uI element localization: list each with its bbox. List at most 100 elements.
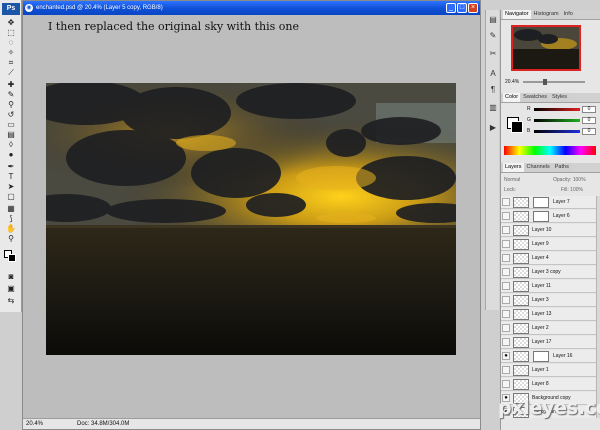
jump-to-imageready-icon[interactable]: ⇆ bbox=[3, 296, 19, 305]
zoom-slider-handle[interactable] bbox=[543, 79, 547, 85]
visibility-eye-icon[interactable] bbox=[502, 310, 510, 318]
navigator-preview[interactable] bbox=[511, 25, 581, 71]
background-color-swatch[interactable] bbox=[8, 254, 16, 262]
layer-row[interactable]: Layer 3 copy bbox=[501, 266, 597, 279]
blur-tool-icon[interactable]: ◊ bbox=[3, 140, 19, 149]
magic-wand-tool-icon[interactable]: ✧ bbox=[3, 48, 19, 57]
layer-thumbnail bbox=[513, 337, 529, 348]
pen-tool-icon[interactable]: ✒ bbox=[3, 162, 19, 171]
move-tool-icon[interactable]: ✥ bbox=[3, 18, 19, 27]
quick-mask-icon[interactable]: ◙ bbox=[3, 272, 19, 281]
marquee-tool-icon[interactable]: ⬚ bbox=[3, 28, 19, 37]
eyedropper-tool-icon[interactable]: ⟆ bbox=[3, 214, 19, 223]
visibility-eye-icon[interactable] bbox=[502, 226, 510, 234]
hand-tool-icon[interactable]: ✋ bbox=[3, 224, 19, 233]
color-spectrum-bar[interactable] bbox=[504, 146, 596, 155]
zoom-level[interactable]: 20.4% bbox=[26, 419, 43, 429]
layer-name: Layer 17 bbox=[532, 339, 552, 345]
blue-value[interactable]: 0 bbox=[582, 128, 596, 135]
color-background-swatch[interactable] bbox=[511, 121, 523, 133]
tab-channels[interactable]: Channels bbox=[524, 163, 552, 172]
fill-field[interactable]: Fill: 100% bbox=[561, 187, 583, 193]
minimize-button[interactable]: _ bbox=[446, 3, 456, 13]
screen-mode-icon[interactable]: ▣ bbox=[3, 284, 19, 293]
clone-stamp-tool-icon[interactable]: ⚲ bbox=[3, 100, 19, 109]
layer-row[interactable]: Layer 2 bbox=[501, 322, 597, 335]
tab-paths[interactable]: Paths bbox=[552, 163, 571, 172]
visibility-eye-icon[interactable] bbox=[502, 268, 510, 276]
red-slider[interactable] bbox=[534, 108, 580, 111]
lasso-tool-icon[interactable]: ◌ bbox=[3, 38, 19, 47]
visibility-eye-icon[interactable] bbox=[502, 282, 510, 290]
paragraph-palette-icon[interactable]: ¶ bbox=[488, 84, 498, 96]
visibility-eye-icon[interactable] bbox=[502, 338, 510, 346]
visibility-eye-icon[interactable] bbox=[502, 324, 510, 332]
layer-row[interactable]: Layer 17 bbox=[501, 336, 597, 349]
visibility-eye-icon[interactable] bbox=[502, 198, 510, 206]
visibility-eye-icon[interactable] bbox=[502, 254, 510, 262]
brush-tool-icon[interactable]: ✎ bbox=[3, 90, 19, 99]
layer-mask-thumbnail[interactable] bbox=[533, 351, 549, 362]
notes-tool-icon[interactable]: ▦ bbox=[3, 204, 19, 213]
visibility-eye-icon[interactable] bbox=[502, 380, 510, 388]
green-value[interactable]: 0 bbox=[582, 117, 596, 124]
slice-tool-icon[interactable]: ⟋ bbox=[3, 68, 19, 77]
visibility-eye-icon[interactable]: ● bbox=[502, 352, 510, 360]
history-palette-icon[interactable]: ✂ bbox=[488, 48, 498, 60]
visibility-eye-icon[interactable] bbox=[502, 240, 510, 248]
layer-comps-icon[interactable]: ▥ bbox=[488, 102, 498, 114]
blend-mode-select[interactable]: Normal bbox=[504, 177, 520, 183]
layer-thumbnail bbox=[513, 351, 529, 362]
tab-navigator[interactable]: Navigator bbox=[503, 10, 531, 19]
navigator-zoom-slider[interactable] bbox=[523, 79, 585, 85]
path-selection-tool-icon[interactable]: ➤ bbox=[3, 182, 19, 191]
tab-histogram[interactable]: Histogram bbox=[531, 10, 561, 19]
layer-row[interactable]: Layer 9 bbox=[501, 238, 597, 251]
visibility-eye-icon[interactable] bbox=[502, 366, 510, 374]
tab-info[interactable]: Info bbox=[561, 10, 575, 19]
layer-mask-thumbnail[interactable] bbox=[533, 197, 549, 208]
tab-color[interactable]: Color bbox=[503, 93, 521, 102]
eraser-tool-icon[interactable]: ▭ bbox=[3, 120, 19, 129]
visibility-eye-icon[interactable] bbox=[502, 212, 510, 220]
layer-row[interactable]: Layer 8 bbox=[501, 378, 597, 391]
layer-row[interactable]: Layer 7 bbox=[501, 196, 597, 209]
navigator-zoom[interactable]: 20.4% bbox=[505, 79, 519, 85]
color-label-r: R bbox=[527, 106, 531, 112]
tab-styles[interactable]: Styles bbox=[550, 93, 569, 102]
healing-brush-tool-icon[interactable]: ✚ bbox=[3, 80, 19, 89]
gradient-tool-icon[interactable]: ▤ bbox=[3, 130, 19, 139]
shape-tool-icon[interactable]: ▢ bbox=[3, 192, 19, 201]
canvas-image[interactable] bbox=[46, 83, 456, 355]
actions-palette-icon[interactable]: ▶ bbox=[488, 122, 498, 134]
visibility-eye-icon[interactable] bbox=[502, 296, 510, 304]
layer-row[interactable]: Layer 1 bbox=[501, 364, 597, 377]
layer-row[interactable]: Layer 4 bbox=[501, 252, 597, 265]
red-value[interactable]: 0 bbox=[582, 106, 596, 113]
opacity-field[interactable]: Opacity: 100% bbox=[553, 177, 586, 183]
layer-row[interactable]: Layer 10 bbox=[501, 224, 597, 237]
tab-layers[interactable]: Layers bbox=[503, 163, 524, 172]
green-slider[interactable] bbox=[534, 119, 580, 122]
layer-row[interactable]: ● Layer 16 bbox=[501, 350, 597, 363]
layer-mask-thumbnail[interactable] bbox=[533, 211, 549, 222]
dodge-tool-icon[interactable]: ● bbox=[3, 150, 19, 159]
blue-slider[interactable] bbox=[534, 130, 580, 133]
maximize-button[interactable]: □ bbox=[457, 3, 467, 13]
layers-scrollbar[interactable] bbox=[596, 196, 600, 418]
zoom-tool-icon[interactable]: ⚲ bbox=[3, 234, 19, 243]
crop-tool-icon[interactable]: ⌗ bbox=[3, 58, 19, 67]
brushes-palette-icon[interactable]: ▤ bbox=[488, 14, 498, 26]
close-button[interactable]: × bbox=[468, 3, 478, 13]
layer-row[interactable]: Layer 3 bbox=[501, 294, 597, 307]
layer-row[interactable]: Layer 11 bbox=[501, 280, 597, 293]
type-tool-icon[interactable]: T bbox=[3, 172, 19, 181]
document-titlebar[interactable]: ◉ enchanted.psd @ 20.4% (Layer 5 copy, R… bbox=[23, 1, 480, 15]
tool-presets-icon[interactable]: ✎ bbox=[488, 30, 498, 42]
tab-swatches[interactable]: Swatches bbox=[521, 93, 550, 102]
canvas-area[interactable]: I then replaced the original sky with th… bbox=[23, 15, 480, 418]
history-brush-tool-icon[interactable]: ↺ bbox=[3, 110, 19, 119]
layer-row[interactable]: Layer 13 bbox=[501, 308, 597, 321]
layer-row[interactable]: Layer 6 bbox=[501, 210, 597, 223]
character-palette-icon[interactable]: A bbox=[488, 68, 498, 80]
